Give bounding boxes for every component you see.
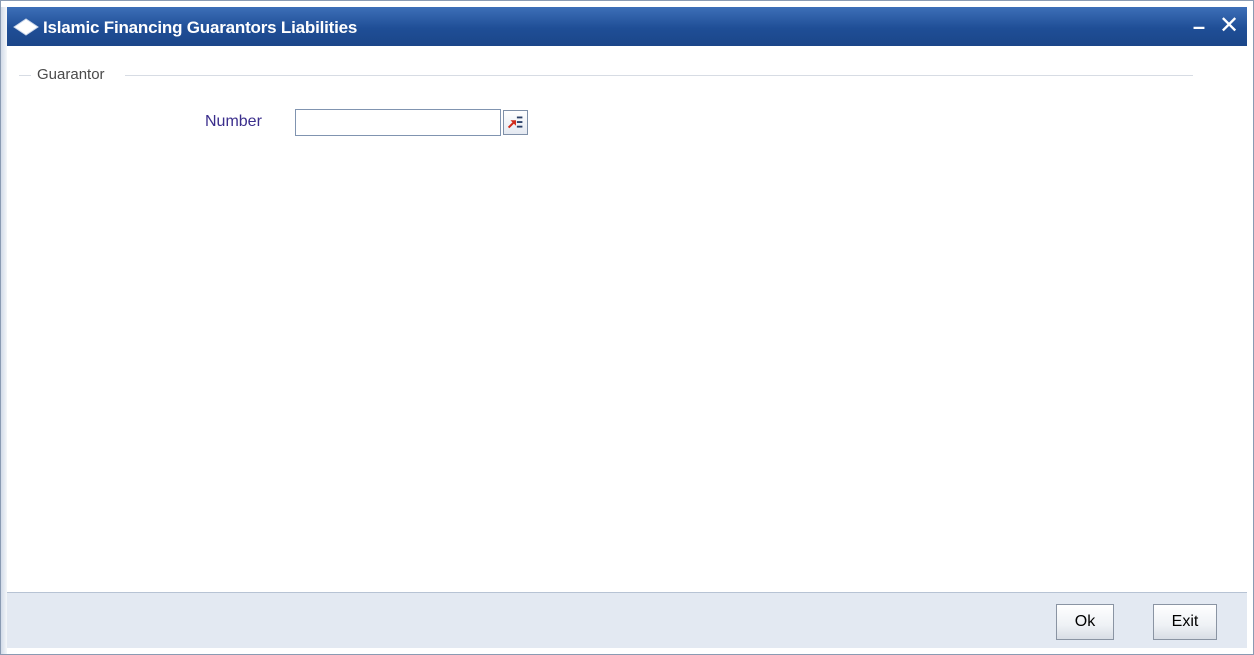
lov-button[interactable] [503,110,528,135]
dialog-window: Islamic Financing Guarantors Liabilities… [0,0,1254,655]
fieldset-border-right [125,75,1193,76]
fieldset-border-left [19,75,31,76]
minimize-button[interactable]: – [1187,15,1211,39]
form-content: Guarantor Number [9,47,1245,592]
title-bar[interactable]: Islamic Financing Guarantors Liabilities… [7,7,1247,46]
ok-button[interactable]: Ok [1056,604,1114,640]
window-title: Islamic Financing Guarantors Liabilities [43,18,358,37]
number-input[interactable] [295,109,501,136]
list-of-values-icon [507,116,523,129]
exit-button[interactable]: Exit [1153,604,1217,640]
dialog-footer: Ok Exit [7,592,1247,648]
diamond-icon [13,18,39,36]
window-left-edge [1,7,7,654]
guarantor-legend: Guarantor [37,66,105,83]
close-button[interactable]: ✕ [1217,14,1241,39]
number-label: Number [205,113,262,130]
